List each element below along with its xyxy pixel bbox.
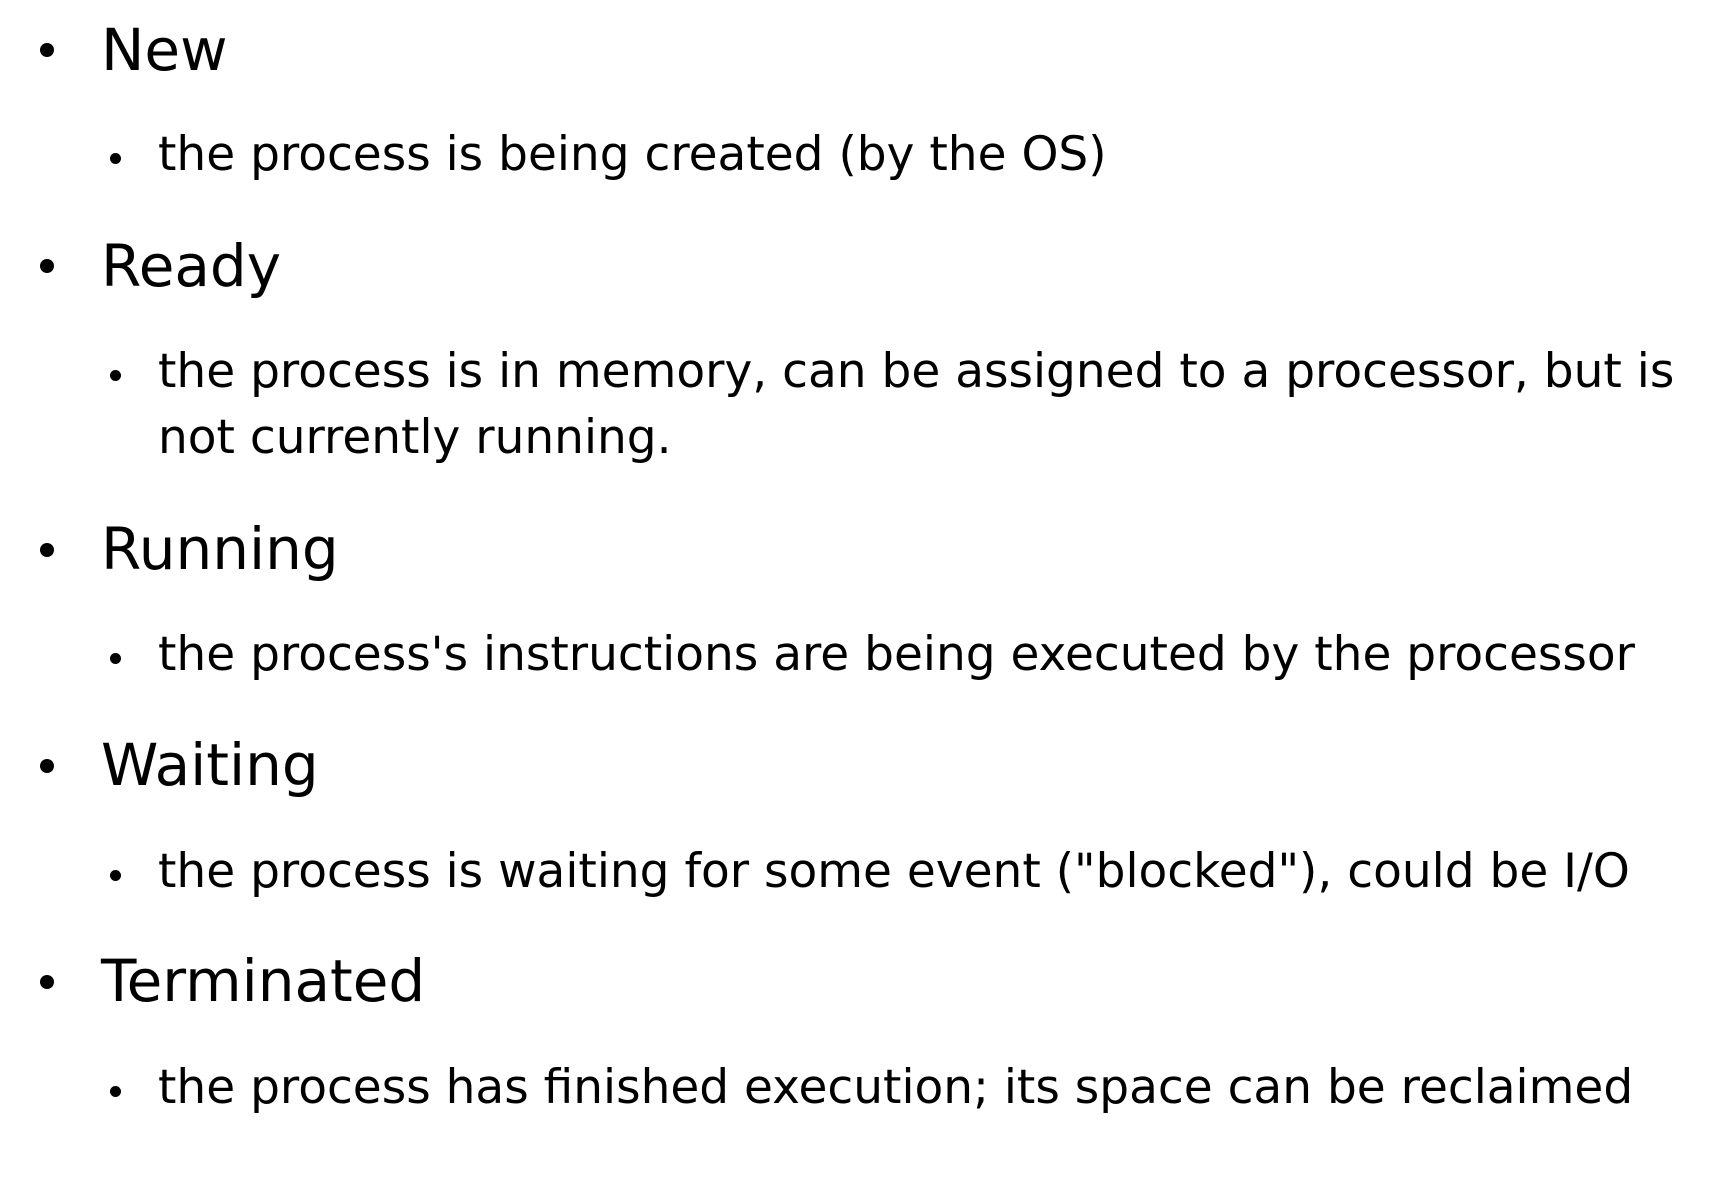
sub-bullet-icon bbox=[110, 653, 121, 664]
state-description: the process's instructions are being exe… bbox=[158, 627, 1635, 682]
bullet-icon bbox=[40, 43, 54, 57]
process-states-slide: New the process is being created (by the… bbox=[0, 0, 1714, 1188]
state-term: New bbox=[101, 16, 228, 84]
bullet-icon bbox=[40, 543, 54, 557]
bullet-icon bbox=[40, 759, 54, 773]
sub-bullet-icon bbox=[110, 870, 121, 881]
state-term: Ready bbox=[101, 232, 282, 300]
bullet-icon bbox=[40, 259, 54, 273]
state-description: the process has finished execution; its … bbox=[158, 1060, 1634, 1115]
state-description: the process is in memory, can be assigne… bbox=[158, 344, 1675, 465]
state-term: Terminated bbox=[101, 947, 426, 1015]
state-term: Waiting bbox=[101, 731, 319, 799]
sub-bullet-icon bbox=[110, 370, 121, 381]
bullet-icon bbox=[40, 975, 54, 989]
sub-bullet-icon bbox=[110, 1086, 121, 1097]
state-term: Running bbox=[101, 515, 339, 583]
sub-bullet-icon bbox=[110, 153, 121, 164]
state-description: the process is being created (by the OS) bbox=[158, 127, 1107, 182]
state-description: the process is waiting for some event ("… bbox=[158, 844, 1630, 899]
